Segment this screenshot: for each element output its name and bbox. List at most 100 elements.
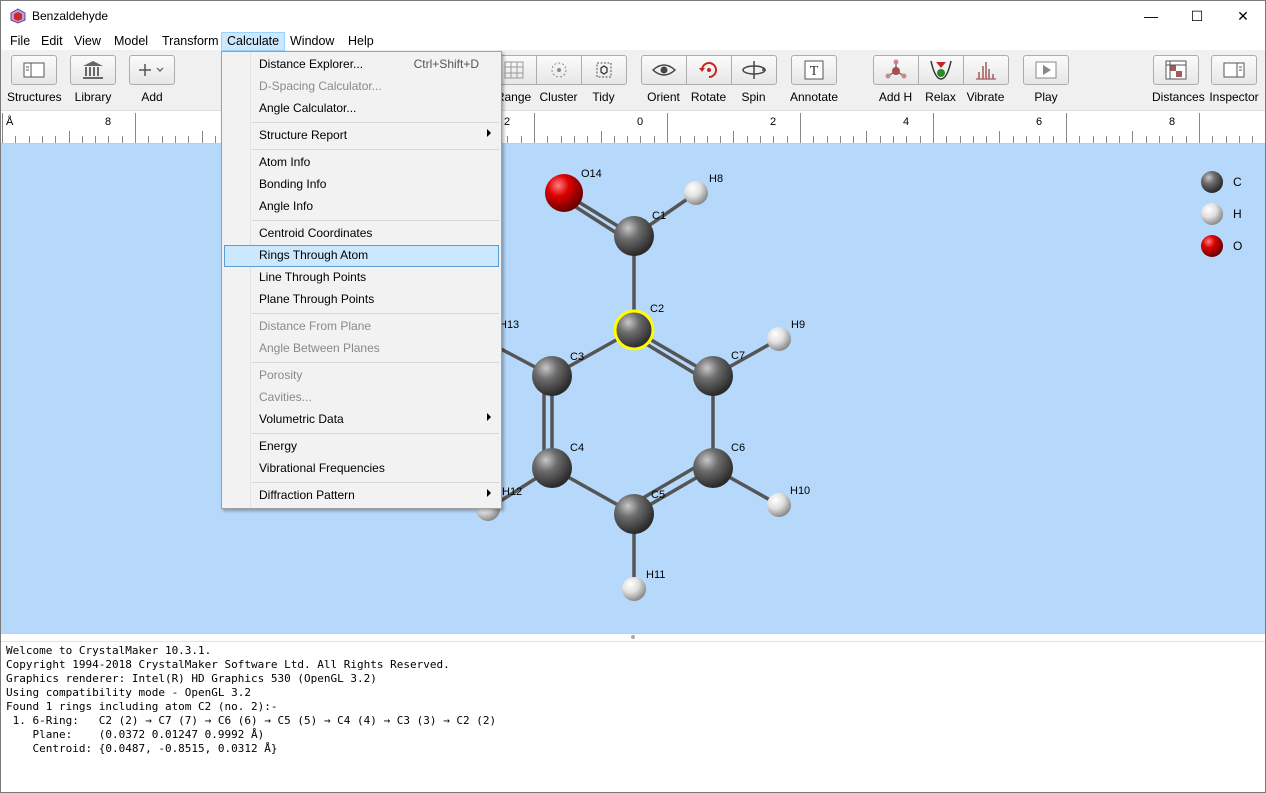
spin-button[interactable]: Spin: [731, 55, 776, 104]
menu-item-angle-info[interactable]: Angle Info: [224, 196, 499, 218]
console-line: Graphics renderer: Intel(R) HD Graphics …: [6, 672, 377, 685]
atom-c3[interactable]: [532, 356, 572, 396]
menu-item-energy[interactable]: Energy: [224, 436, 499, 458]
menu-help[interactable]: Help: [342, 32, 380, 51]
ruler-tick: [29, 136, 30, 143]
atom-c2-selected[interactable]: [613, 309, 655, 351]
tidy-button[interactable]: Tidy: [581, 55, 626, 104]
ruler-tick: [827, 136, 828, 143]
rotate-icon: [698, 62, 717, 78]
ruler-tick: [747, 136, 748, 143]
vibrate-button[interactable]: Vibrate: [963, 55, 1008, 104]
library-button[interactable]: Library: [69, 55, 117, 104]
ruler-tick: [1093, 136, 1094, 143]
menu-item-bonding-info[interactable]: Bonding Info: [224, 174, 499, 196]
ruler-tick: [574, 136, 575, 143]
cluster-button[interactable]: Cluster: [536, 55, 581, 104]
atom-h9[interactable]: [767, 327, 791, 351]
ruler-tick: [1039, 136, 1040, 143]
ruler-tick: [547, 136, 548, 143]
atom-label: H13: [499, 319, 519, 331]
atom-h10[interactable]: [767, 493, 791, 517]
vibrate-spectrum-icon: [975, 62, 996, 80]
atom-label: C6: [731, 442, 745, 454]
play-button[interactable]: Play: [1022, 55, 1070, 104]
atom-c7[interactable]: [693, 356, 733, 396]
atom-c4[interactable]: [532, 448, 572, 488]
maximize-icon: ☐: [1190, 7, 1204, 24]
menu-transform[interactable]: Transform: [156, 32, 225, 51]
atom-h8[interactable]: [684, 181, 708, 205]
close-button[interactable]: ✕: [1220, 1, 1266, 31]
menu-window[interactable]: Window: [284, 32, 340, 51]
distances-table-icon: [1165, 60, 1187, 80]
ruler-tick: [202, 131, 203, 143]
orient-button[interactable]: Orient: [641, 55, 686, 104]
add-h-button[interactable]: Add H: [873, 55, 918, 104]
atom-label: H9: [791, 319, 805, 331]
menu-item-atom-info[interactable]: Atom Info: [224, 152, 499, 174]
console-line: Using compatibility mode - OpenGL 3.2: [6, 686, 252, 699]
ruler-tick: [654, 136, 655, 143]
ruler-tick: [521, 136, 522, 143]
minimize-button[interactable]: —: [1128, 1, 1174, 31]
ruler-label: 2: [770, 116, 777, 128]
menu-item-volumetric-data[interactable]: Volumetric Data: [224, 409, 499, 431]
menu-item-diffraction-pattern[interactable]: Diffraction Pattern: [224, 485, 499, 507]
distances-button[interactable]: Distances: [1152, 55, 1205, 104]
ruler-unit: Å: [6, 116, 14, 128]
structures-icon: [23, 62, 45, 78]
molecule-view[interactable]: O14 H8 C1 C2 H13 H9 C3 C7 C4 C6 H12 C5 H…: [1, 144, 1265, 633]
menu-calculate[interactable]: Calculate: [221, 32, 286, 51]
relax-button[interactable]: Relax: [918, 55, 963, 104]
menu-item-cavities: Cavities...: [259, 390, 312, 404]
ruler-tick: [694, 136, 695, 143]
pane-splitter[interactable]: [1, 633, 1265, 642]
menu-item-line-through-points[interactable]: Line Through Points: [224, 267, 499, 289]
ruler-tick: [1079, 136, 1080, 143]
atom-c6[interactable]: [693, 448, 733, 488]
structure-viewport[interactable]: O14 H8 C1 C2 H13 H9 C3 C7 C4 C6 H12 C5 H…: [1, 144, 1265, 633]
svg-text:T: T: [810, 64, 819, 79]
element-legend: C H O: [1201, 171, 1242, 257]
menu-item-distance-explorer[interactable]: Distance Explorer... Ctrl+Shift+D: [224, 54, 499, 76]
output-console[interactable]: Welcome to CrystalMaker 10.3.1. Copyright…: [1, 642, 1265, 792]
ruler-tick: [1239, 136, 1240, 143]
maximize-button[interactable]: ☐: [1174, 1, 1220, 31]
ruler-tick: [840, 136, 841, 143]
menu-item-vibrational-frequencies[interactable]: Vibrational Frequencies: [224, 458, 499, 480]
eye-icon: [651, 64, 676, 76]
menu-item-centroid-coordinates[interactable]: Centroid Coordinates: [224, 223, 499, 245]
menu-view[interactable]: View: [68, 32, 107, 51]
atom-c5[interactable]: [614, 494, 654, 534]
menu-item-plane-through-points[interactable]: Plane Through Points: [224, 289, 499, 311]
menu-file[interactable]: File: [4, 32, 36, 51]
atom-c1[interactable]: [614, 216, 654, 256]
legend-oxygen-swatch: [1201, 235, 1223, 257]
add-button[interactable]: Add: [128, 55, 176, 104]
ruler-tick: [880, 136, 881, 143]
title-bar: Benzaldehyde — ☐ ✕: [1, 1, 1265, 31]
structures-button[interactable]: Structures: [7, 55, 62, 104]
menu-item-angle-calculator[interactable]: Angle Calculator...: [224, 98, 499, 120]
ruler-tick: [1199, 113, 1200, 143]
ruler-label: 0: [637, 116, 644, 128]
atom-label: H10: [790, 485, 810, 497]
menu-item-structure-report[interactable]: Structure Report: [224, 125, 499, 147]
ruler-label: 6: [1036, 116, 1043, 128]
shortcut-label: Ctrl+Shift+D: [413, 57, 479, 71]
splitter-grip-icon: [631, 635, 635, 639]
menu-item-rings-through-atom[interactable]: Rings Through Atom: [224, 245, 499, 267]
annotate-button[interactable]: T Annotate: [790, 55, 838, 104]
menu-model[interactable]: Model: [108, 32, 154, 51]
ruler-tick: [122, 136, 123, 143]
menu-edit[interactable]: Edit: [35, 32, 69, 51]
inspector-button[interactable]: Inspector: [1209, 55, 1259, 104]
ruler-tick: [2, 113, 3, 143]
ruler-tick: [95, 136, 96, 143]
atom-h11[interactable]: [622, 577, 646, 601]
ruler-tick: [69, 131, 70, 143]
rotate-button[interactable]: Rotate: [686, 55, 731, 104]
atom-o14[interactable]: [545, 174, 583, 212]
ruler-tick: [42, 136, 43, 143]
